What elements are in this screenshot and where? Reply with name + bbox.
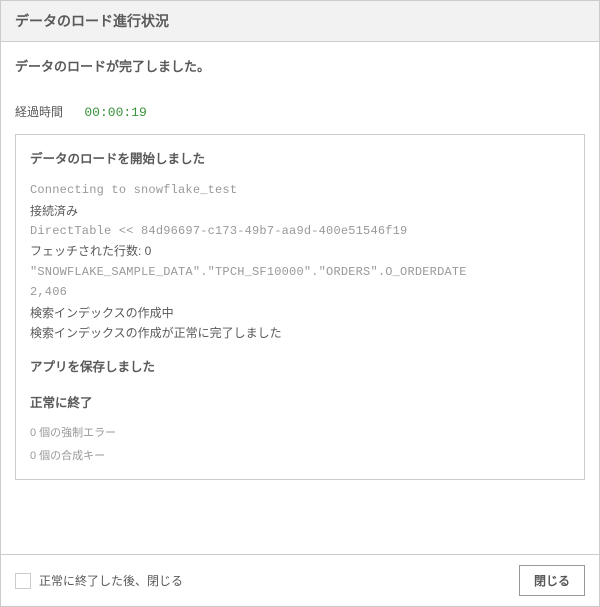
close-button[interactable]: 閉じる <box>519 565 585 596</box>
log-line: "SNOWFLAKE_SAMPLE_DATA"."TPCH_SF10000"."… <box>30 262 570 282</box>
log-heading-saved: アプリを保存しました <box>30 357 570 378</box>
dialog-title: データのロード進行状況 <box>15 11 585 31</box>
log-line: DirectTable << 84d96697-c173-49b7-aa9d-4… <box>30 221 570 241</box>
elapsed-time-value: 00:00:19 <box>84 105 146 120</box>
summary-synth-keys: 0 個の合成キー <box>30 447 570 466</box>
log-line: 検索インデックスの作成が正常に完了しました <box>30 323 570 343</box>
close-after-done-option[interactable]: 正常に終了した後、閉じる <box>15 572 183 589</box>
close-after-done-label: 正常に終了した後、閉じる <box>39 572 183 589</box>
close-after-done-checkbox[interactable] <box>15 573 31 589</box>
log-lines: Connecting to snowflake_test接続済みDirectTa… <box>30 180 570 343</box>
dialog-body: データのロードが完了しました。 経過時間 00:00:19 データのロードを開始… <box>1 42 599 554</box>
status-message: データのロードが完了しました。 <box>15 56 585 75</box>
log-line: 検索インデックスの作成中 <box>30 303 570 323</box>
log-heading-done: 正常に終了 <box>30 393 570 414</box>
data-load-progress-dialog: データのロード進行状況 データのロードが完了しました。 経過時間 00:00:1… <box>0 0 600 607</box>
log-line: フェッチされた行数: 0 <box>30 241 570 261</box>
elapsed-time-label: 経過時間 <box>15 105 63 119</box>
dialog-header: データのロード進行状況 <box>1 1 599 42</box>
log-line: 2,406 <box>30 282 570 302</box>
log-line: 接続済み <box>30 201 570 221</box>
log-line: Connecting to snowflake_test <box>30 180 570 200</box>
elapsed-time-row: 経過時間 00:00:19 <box>15 103 585 120</box>
log-heading-start: データのロードを開始しました <box>30 149 570 170</box>
log-panel: データのロードを開始しました Connecting to snowflake_t… <box>15 134 585 480</box>
dialog-footer: 正常に終了した後、閉じる 閉じる <box>1 554 599 606</box>
summary-forced-errors: 0 個の強制エラー <box>30 424 570 443</box>
